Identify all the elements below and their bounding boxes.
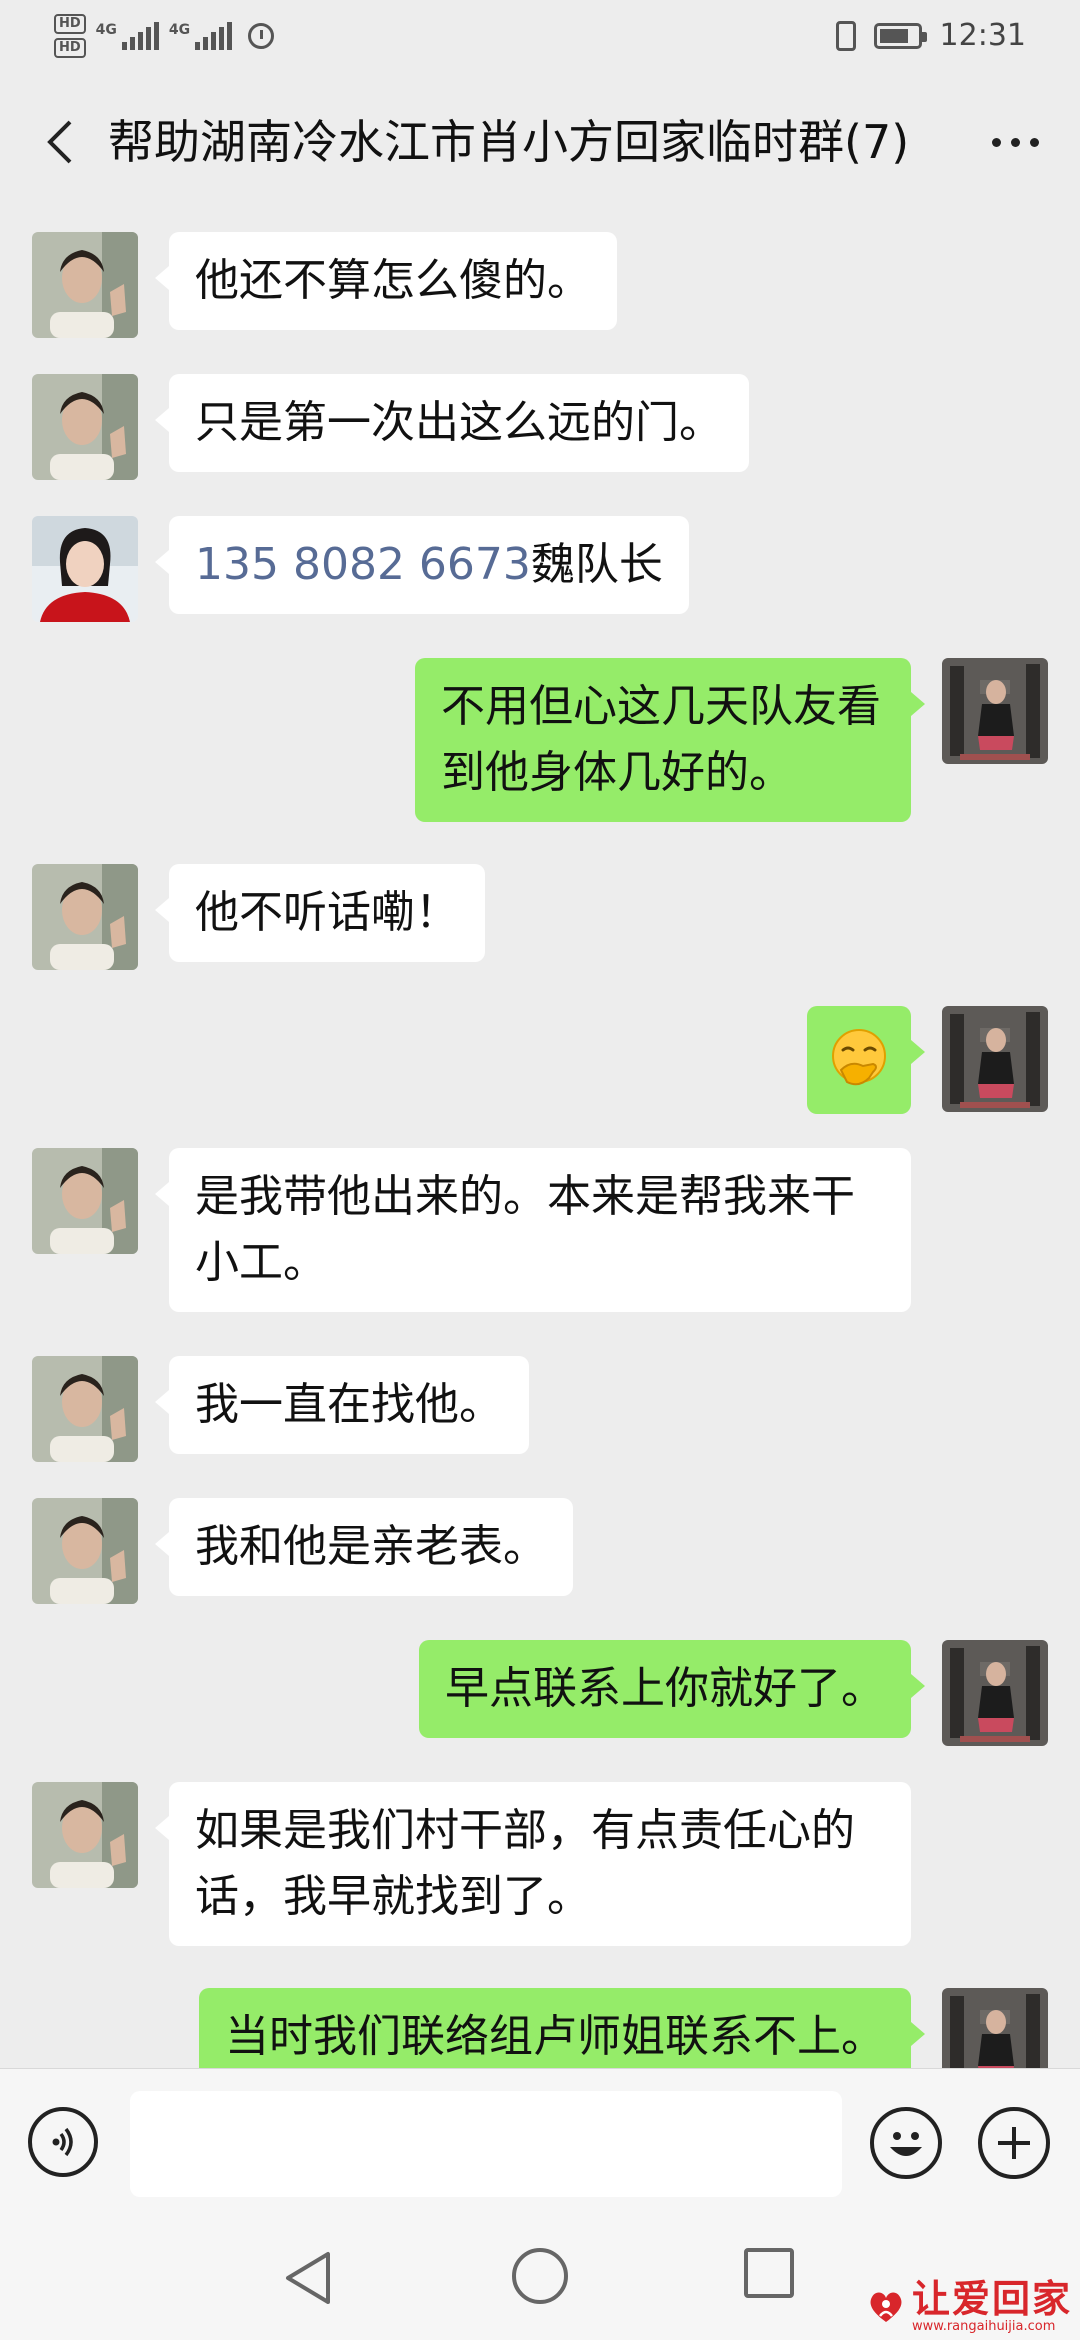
message-bubble[interactable]: 不用但心这几天队友看到他身体几好的。	[415, 658, 925, 822]
vibrate-icon	[835, 20, 856, 51]
message-text: 我和他是亲老表。	[195, 1521, 547, 1572]
avatar[interactable]	[32, 1782, 138, 1888]
system-nav-bar: 让爱回家 www.rangaihuijia.com	[0, 2208, 1080, 2340]
message-list[interactable]: 他还不算怎么傻的。 只是第一次出这么远的门。 135 8082 6673魏队长 …	[0, 212, 1080, 2068]
message-text: 他还不算怎么傻的。	[195, 255, 591, 306]
message-text: 只是第一次出这么远的门。	[195, 397, 723, 448]
signal-icon: 4G	[169, 22, 233, 50]
page-title: 帮助湖南冷水江市肖小方回家临时群(7)	[108, 115, 910, 169]
watermark-text: 让爱回家	[911, 2276, 1072, 2321]
status-left: HD HD 4G 4G	[54, 14, 275, 58]
avatar[interactable]	[942, 658, 1048, 764]
message-input[interactable]	[130, 2091, 842, 2197]
message-bubble[interactable]: 我和他是亲老表。	[155, 1498, 573, 1596]
avatar[interactable]	[32, 1356, 138, 1462]
watermark-url: www.rangaihuijia.com	[911, 2319, 1056, 2334]
message-bubble[interactable]: 他不听话嘞！	[155, 864, 485, 962]
voice-button[interactable]	[28, 2107, 98, 2177]
hd-badge: HD	[54, 14, 86, 34]
message-text: 当时我们联络组卢师姐联系不上。	[225, 2011, 885, 2062]
back-button[interactable]	[30, 112, 90, 172]
message-text: 我一直在找他。	[195, 1379, 503, 1430]
nav-home-button[interactable]	[512, 2248, 568, 2304]
message-text: 如果是我们村干部，有点责任心的话，我早就找到了。	[195, 1805, 855, 1922]
avatar[interactable]	[942, 1640, 1048, 1746]
chat-header: 帮助湖南冷水江市肖小方回家临时群(7)	[0, 72, 1080, 212]
signal-icon: 4G	[96, 22, 159, 50]
clock: 12:31	[939, 18, 1026, 53]
avatar[interactable]	[32, 1498, 138, 1604]
message-bubble[interactable]: 早点联系上你就好了。	[419, 1640, 925, 1738]
hd-badge: HD	[54, 38, 86, 58]
emoji-button[interactable]	[870, 2107, 942, 2179]
message-bubble[interactable]: 如果是我们村干部，有点责任心的话，我早就找到了。	[155, 1782, 911, 1946]
nav-back-button[interactable]	[280, 2248, 340, 2308]
message-bubble[interactable]: 135 8082 6673魏队长	[155, 516, 689, 614]
watermark: 让爱回家 www.rangaihuijia.com	[866, 2278, 1072, 2334]
more-button[interactable]	[980, 112, 1050, 172]
chevron-left-icon	[47, 120, 72, 164]
hand-over-mouth-emoji-icon	[832, 1029, 886, 1086]
nav-recents-button[interactable]	[744, 2248, 794, 2298]
plus-button[interactable]	[978, 2107, 1050, 2179]
battery-icon	[873, 22, 927, 49]
emoji-icon	[890, 2132, 922, 2156]
voice-icon	[52, 2127, 73, 2157]
message-text: 魏队长	[530, 539, 663, 590]
message-text: 不用但心这几天队友看到他身体几好的。	[441, 681, 881, 798]
message-bubble[interactable]: 是我带他出来的。本来是帮我来干小工。	[155, 1148, 911, 1312]
message-bubble[interactable]: 他还不算怎么傻的。	[155, 232, 617, 330]
message-bubble[interactable]	[807, 1006, 925, 1114]
status-bar: HD HD 4G 4G 12:31	[0, 0, 1080, 72]
message-bubble[interactable]: 只是第一次出这么远的门。	[155, 374, 749, 472]
avatar[interactable]	[942, 1988, 1048, 2068]
message-text: 早点联系上你就好了。	[445, 1663, 885, 1714]
message-text: 是我带他出来的。本来是帮我来干小工。	[195, 1171, 855, 1288]
phone-link[interactable]: 135 8082 6673	[195, 539, 531, 590]
avatar[interactable]	[32, 374, 138, 480]
avatar[interactable]	[32, 864, 138, 970]
alarm-icon	[248, 23, 275, 49]
more-dots-icon	[991, 137, 1001, 147]
input-bar	[0, 2068, 1080, 2209]
avatar[interactable]	[32, 516, 138, 622]
heart-logo-icon	[870, 2292, 902, 2322]
avatar[interactable]	[942, 1006, 1048, 1112]
message-text: 他不听话嘞！	[195, 887, 459, 938]
avatar[interactable]	[32, 232, 138, 338]
message-bubble[interactable]: 我一直在找他。	[155, 1356, 529, 1454]
avatar[interactable]	[32, 1148, 138, 1254]
message-bubble[interactable]: 当时我们联络组卢师姐联系不上。	[199, 1988, 925, 2068]
